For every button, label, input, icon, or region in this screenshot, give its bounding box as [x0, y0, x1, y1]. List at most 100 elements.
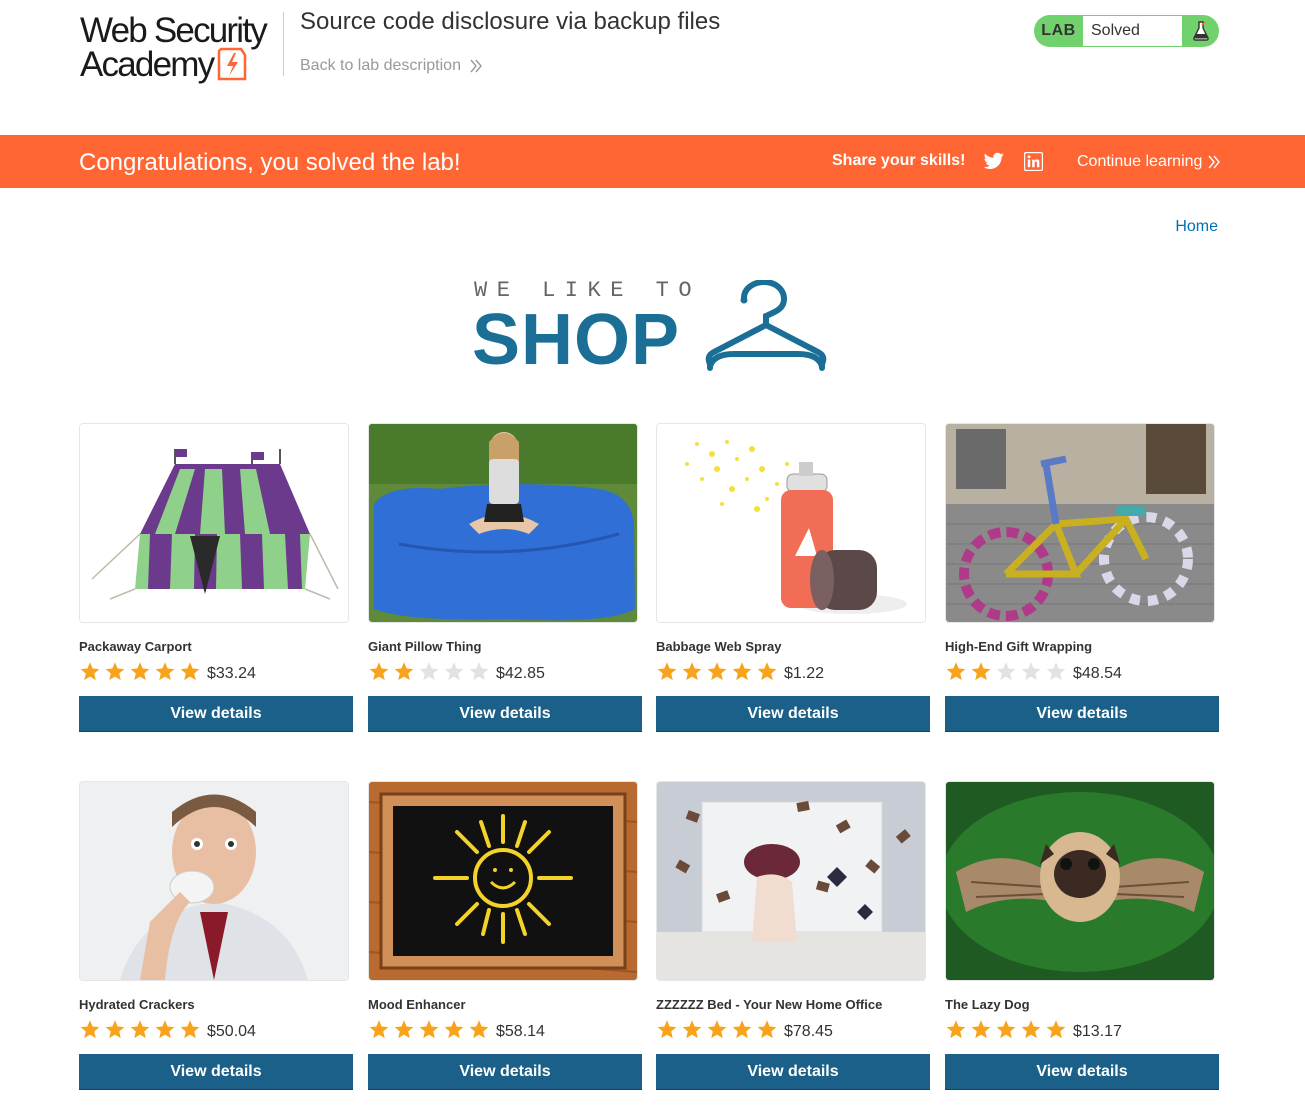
- product-image: [656, 781, 926, 981]
- product-card: The Lazy Dog $13.17 View details: [945, 781, 1219, 1090]
- star-rating: [79, 1018, 201, 1040]
- view-details-button[interactable]: View details: [656, 1054, 930, 1090]
- product-price: $42.85: [496, 665, 545, 682]
- product-price: $58.14: [496, 1023, 545, 1040]
- view-details-button[interactable]: View details: [79, 696, 353, 732]
- product-price: $48.54: [1073, 665, 1122, 682]
- bolt-icon: [218, 47, 247, 81]
- view-details-button[interactable]: View details: [79, 1054, 353, 1090]
- product-image: [368, 423, 638, 623]
- product-image: [945, 423, 1215, 623]
- product-image: [656, 423, 926, 623]
- star-filled-icon: [419, 1020, 439, 1039]
- back-link-label: Back to lab description: [300, 57, 461, 74]
- star-rating: [656, 660, 778, 682]
- star-filled-icon: [80, 662, 100, 681]
- star-filled-icon: [657, 662, 677, 681]
- star-filled-icon: [105, 662, 125, 681]
- star-filled-icon: [394, 662, 414, 681]
- view-details-button[interactable]: View details: [945, 696, 1219, 732]
- product-name: ZZZZZZ Bed - Your New Home Office: [656, 997, 883, 1012]
- star-filled-icon: [180, 662, 200, 681]
- view-details-button[interactable]: View details: [368, 696, 642, 732]
- view-details-button[interactable]: View details: [945, 1054, 1219, 1090]
- star-empty-icon: [444, 662, 464, 681]
- shop-word: SHOP: [472, 300, 681, 380]
- product-name: Babbage Web Spray: [656, 639, 782, 654]
- product-rating: $42.85: [368, 658, 642, 684]
- product-rating: $13.17: [945, 1016, 1219, 1042]
- star-filled-icon: [1046, 1020, 1066, 1039]
- product-rating: $48.54: [945, 658, 1219, 684]
- linkedin-icon[interactable]: [1024, 152, 1043, 171]
- star-filled-icon: [180, 1020, 200, 1039]
- product-card: Babbage Web Spray $1.22 View details: [656, 423, 930, 732]
- logo-line2: Academy: [80, 44, 215, 84]
- view-details-button[interactable]: View details: [368, 1054, 642, 1090]
- star-filled-icon: [971, 662, 991, 681]
- product-image: [79, 781, 349, 981]
- star-filled-icon: [369, 1020, 389, 1039]
- product-name: High-End Gift Wrapping: [945, 639, 1093, 654]
- product-rating: $1.22: [656, 658, 930, 684]
- star-filled-icon: [105, 1020, 125, 1039]
- star-filled-icon: [657, 1020, 677, 1039]
- star-filled-icon: [732, 662, 752, 681]
- product-card: Packaway Carport $33.24 View details: [79, 423, 353, 732]
- home-link[interactable]: Home: [1175, 218, 1218, 236]
- product-price: $13.17: [1073, 1023, 1122, 1040]
- double-chevron-right-icon: [470, 59, 482, 73]
- star-empty-icon: [469, 662, 489, 681]
- header-divider: [283, 12, 284, 76]
- product-image: [945, 781, 1215, 981]
- product-rating: $78.45: [656, 1016, 930, 1042]
- product-price: $78.45: [784, 1023, 833, 1040]
- star-rating: [656, 1018, 778, 1040]
- star-filled-icon: [80, 1020, 100, 1039]
- product-name: Hydrated Crackers: [79, 997, 195, 1012]
- view-details-button[interactable]: View details: [656, 696, 930, 732]
- star-filled-icon: [130, 1020, 150, 1039]
- product-name: Giant Pillow Thing: [368, 639, 482, 654]
- web-security-academy-logo[interactable]: Web Security Academy: [80, 11, 280, 86]
- star-filled-icon: [682, 662, 702, 681]
- product-rating: $33.24: [79, 658, 353, 684]
- lab-solved-banner: Congratulations, you solved the lab! Sha…: [0, 135, 1305, 188]
- lab-title: Source code disclosure via backup files: [300, 8, 721, 35]
- star-filled-icon: [369, 662, 389, 681]
- star-rating: [945, 1018, 1067, 1040]
- star-filled-icon: [444, 1020, 464, 1039]
- star-filled-icon: [732, 1020, 752, 1039]
- flask-icon: [1182, 15, 1219, 47]
- product-card: High-End Gift Wrapping $48.54 View details: [945, 423, 1219, 732]
- product-card: Mood Enhancer $58.14 View details: [368, 781, 642, 1090]
- star-rating: [945, 660, 1067, 682]
- back-to-lab-description-link[interactable]: Back to lab description: [300, 57, 483, 75]
- star-rating: [368, 660, 490, 682]
- double-chevron-right-icon: [1208, 155, 1221, 169]
- star-rating: [79, 660, 201, 682]
- star-filled-icon: [996, 1020, 1016, 1039]
- star-empty-icon: [996, 662, 1016, 681]
- star-empty-icon: [1046, 662, 1066, 681]
- lab-status-text: Solved: [1083, 16, 1182, 46]
- star-filled-icon: [682, 1020, 702, 1039]
- star-filled-icon: [155, 1020, 175, 1039]
- product-image: [368, 781, 638, 981]
- product-name: Packaway Carport: [79, 639, 192, 654]
- continue-learning-link[interactable]: Continue learning: [1077, 153, 1221, 171]
- product-card: ZZZZZZ Bed - Your New Home Office $78.45 V…: [656, 781, 930, 1090]
- share-skills-label: Share your skills!: [832, 152, 966, 169]
- product-name: The Lazy Dog: [945, 997, 1030, 1012]
- product-card: Hydrated Crackers $50.04 View details: [79, 781, 353, 1090]
- star-filled-icon: [946, 1020, 966, 1039]
- star-filled-icon: [155, 662, 175, 681]
- twitter-icon[interactable]: [984, 152, 1004, 170]
- lab-status-widget: LAB Solved: [1034, 15, 1219, 47]
- coat-hanger-icon: [705, 280, 827, 371]
- logo-line1: Web Security: [80, 11, 268, 50]
- star-empty-icon: [419, 662, 439, 681]
- star-filled-icon: [946, 662, 966, 681]
- star-filled-icon: [707, 1020, 727, 1039]
- product-card: Giant Pillow Thing $42.85 View details: [368, 423, 642, 732]
